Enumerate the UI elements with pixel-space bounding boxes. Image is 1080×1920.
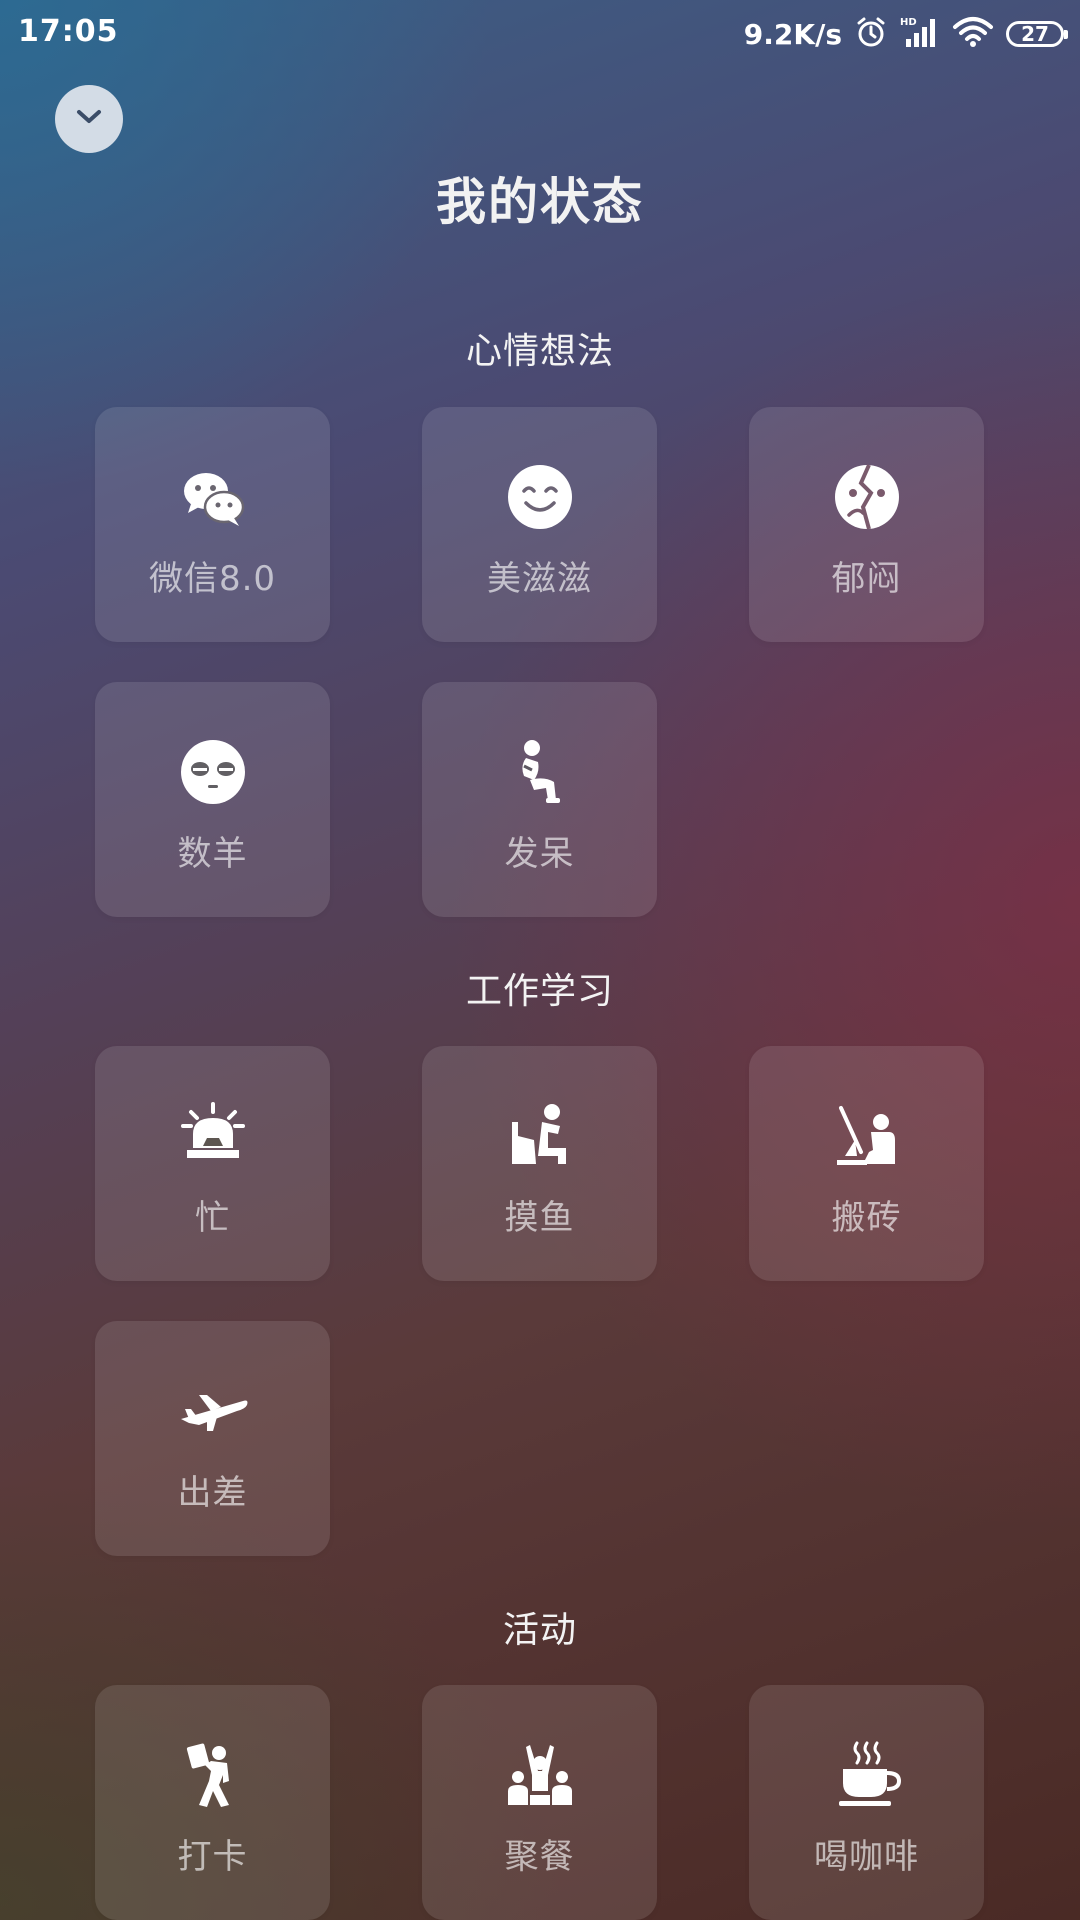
smile-icon	[504, 461, 576, 533]
airplane-icon	[177, 1375, 249, 1447]
thinker-icon	[504, 736, 576, 808]
hd-signal-icon: HD	[900, 15, 940, 53]
section-title-activities: 活动	[502, 1610, 577, 1651]
battery-level: 27	[1021, 22, 1049, 46]
page-title: 我的状态	[436, 173, 644, 231]
network-speed: 9.2K/s	[743, 17, 842, 51]
person-at-desk-icon	[504, 1100, 576, 1172]
sleepy-face-icon	[177, 736, 249, 808]
section-title-mood: 心情想法	[465, 331, 614, 372]
check-in-person-icon	[177, 1739, 249, 1811]
svg-text:HD: HD	[900, 17, 917, 28]
tile-label: 摸鱼	[504, 1198, 575, 1238]
alarm-icon	[854, 15, 888, 53]
battery-icon: 27	[1006, 21, 1068, 47]
tile-label: 微信8.0	[148, 559, 277, 599]
status-tile-busy[interactable]: 忙	[95, 1046, 330, 1281]
activities-grid: 打卡 聚餐 喝咖啡	[95, 1685, 985, 1920]
status-tile-gloomy[interactable]: 郁闷	[749, 407, 984, 642]
status-tile-slacking[interactable]: 摸鱼	[422, 1046, 657, 1281]
status-tile-wechat[interactable]: 微信8.0	[95, 407, 330, 642]
coffee-cup-icon	[831, 1739, 903, 1811]
chevron-down-icon	[74, 107, 104, 131]
wechat-icon	[177, 461, 249, 533]
section-title-work: 工作学习	[465, 971, 614, 1012]
tile-label: 聚餐	[504, 1837, 575, 1877]
tile-label: 喝咖啡	[814, 1837, 919, 1877]
status-tile-grinding[interactable]: 搬砖	[749, 1046, 984, 1281]
tile-label: 忙	[195, 1198, 230, 1238]
tile-label: 打卡	[177, 1837, 248, 1877]
status-tile-counting-sheep[interactable]: 数羊	[95, 682, 330, 917]
broken-face-icon	[831, 461, 903, 533]
status-tile-business-trip[interactable]: 出差	[95, 1321, 330, 1556]
mood-grid: 微信8.0 美滋滋 郁闷 数羊 发呆	[95, 407, 985, 917]
status-tile-happy[interactable]: 美滋滋	[422, 407, 657, 642]
status-time: 17:05	[18, 14, 119, 49]
tile-label: 发呆	[504, 834, 575, 874]
tile-label: 搬砖	[831, 1198, 902, 1238]
alarm-light-icon	[177, 1100, 249, 1172]
tile-label: 郁闷	[831, 559, 902, 599]
status-tile-daze[interactable]: 发呆	[422, 682, 657, 917]
status-bar: 17:05 9.2K/s HD 27	[0, 0, 1080, 72]
group-cheer-icon	[504, 1739, 576, 1811]
status-tile-coffee[interactable]: 喝咖啡	[749, 1685, 984, 1920]
work-grid: 忙 摸鱼 搬砖 出差	[95, 1046, 985, 1556]
worker-icon	[831, 1100, 903, 1172]
status-tile-check-in[interactable]: 打卡	[95, 1685, 330, 1920]
tile-label: 出差	[177, 1473, 248, 1513]
status-tile-dinner[interactable]: 聚餐	[422, 1685, 657, 1920]
collapse-button[interactable]	[55, 85, 123, 153]
status-icons: 9.2K/s HD 27	[743, 14, 1068, 54]
wifi-icon	[952, 15, 994, 53]
tile-label: 美滋滋	[487, 559, 592, 599]
tile-label: 数羊	[177, 834, 248, 874]
